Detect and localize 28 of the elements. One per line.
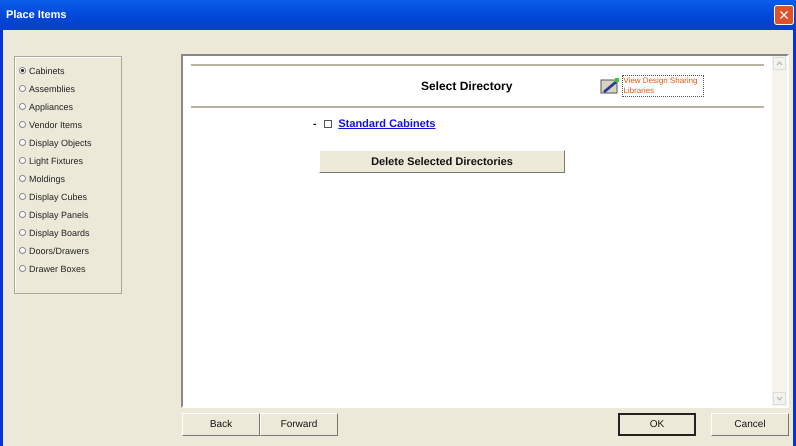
libraries-link[interactable]: View Design Sharing Libraries xyxy=(622,75,704,97)
category-radio[interactable]: Light Fixtures xyxy=(19,153,121,168)
category-radio[interactable]: Drawer Boxes xyxy=(19,261,121,276)
scroll-down-icon[interactable] xyxy=(773,392,786,405)
category-radio[interactable]: Vendor Items xyxy=(19,117,121,132)
category-radio[interactable]: Cabinets xyxy=(19,63,121,78)
nav-button[interactable]: Forward xyxy=(260,412,338,436)
window-title: Place Items xyxy=(6,9,67,21)
category-radio[interactable]: Display Objects xyxy=(19,135,121,150)
category-radio[interactable]: Moldings xyxy=(19,171,121,186)
expander[interactable]: - xyxy=(313,118,316,130)
category-radio[interactable]: Assemblies xyxy=(19,81,121,96)
pencil-icon xyxy=(600,77,620,95)
checkbox[interactable] xyxy=(324,120,332,128)
category-radio[interactable]: Doors/Drawers xyxy=(19,243,121,258)
delete-button[interactable]: Delete Selected Directories xyxy=(319,150,565,173)
category-radio[interactable]: Display Cubes xyxy=(19,189,121,204)
scroll-up-icon[interactable] xyxy=(773,57,786,70)
dialog-button[interactable]: OK xyxy=(618,412,696,436)
scrollbar[interactable] xyxy=(772,56,787,406)
dialog-button[interactable]: Cancel xyxy=(711,412,789,436)
category-radio[interactable]: Display Boards xyxy=(19,225,121,240)
category-radio[interactable]: Display Panels xyxy=(19,207,121,222)
close-button[interactable]: × xyxy=(774,5,794,25)
category-radio[interactable]: Appliances xyxy=(19,99,121,114)
directory-link[interactable]: Standard Cabinets xyxy=(338,118,436,130)
section-heading: Select Directory xyxy=(421,79,512,93)
nav-button[interactable]: Back xyxy=(182,412,260,436)
